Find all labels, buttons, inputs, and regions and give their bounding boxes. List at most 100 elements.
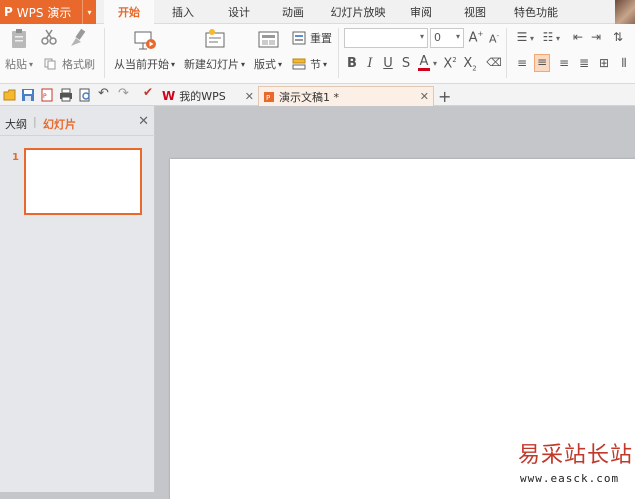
tab-insert[interactable]: 插入 <box>160 0 206 24</box>
open-folder-icon[interactable] <box>3 88 17 102</box>
pane-tabs: 大纲 | 幻灯片 ✕ <box>0 106 155 136</box>
font-color-icon[interactable]: A <box>416 54 432 71</box>
undo-icon[interactable]: ↶ <box>98 86 112 101</box>
justify-icon[interactable]: ≣ <box>576 56 592 70</box>
tab-home[interactable]: 开始 <box>104 0 154 24</box>
watermark-title: 易采站长站 <box>518 443 634 468</box>
align-left-icon[interactable]: ≡ <box>514 56 530 70</box>
new-slide-label: 新建幻灯片 <box>184 58 239 71</box>
align-right-icon[interactable]: ≡ <box>556 56 572 70</box>
font-color-dropdown-icon[interactable]: ▾ <box>433 59 437 68</box>
new-tab-icon[interactable]: + <box>438 86 451 106</box>
section-label: 节 <box>310 58 321 71</box>
italic-icon[interactable]: I <box>362 56 378 71</box>
shadow-icon[interactable]: S <box>398 56 414 71</box>
subscript-icon[interactable]: X2 <box>462 56 478 73</box>
title-tab-bar: P WPS 演示 ▾ 开始 插入 设计 动画 幻灯片放映 审阅 视图 特色功能 <box>0 0 635 24</box>
print-icon[interactable] <box>59 88 73 102</box>
format-painter-label: 格式刷 <box>62 58 95 71</box>
new-slide-dropdown-icon: ▾ <box>241 59 246 69</box>
reset-button[interactable]: 重置 <box>292 30 332 46</box>
doc-tab-label: 我的WPS <box>179 90 226 103</box>
doc-tab-label: 演示文稿1 * <box>279 90 339 104</box>
close-tab-icon[interactable]: ✕ <box>420 90 429 103</box>
slide-thumbnail[interactable] <box>24 148 142 215</box>
font-name-dropdown-icon[interactable]: ▾ <box>420 32 424 41</box>
reset-label: 重置 <box>310 32 332 45</box>
tab-animation[interactable]: 动画 <box>270 0 316 24</box>
font-size-dropdown-icon[interactable]: ▾ <box>456 32 460 41</box>
play-from-current-label: 从当前开始 <box>114 58 169 71</box>
layout-icon[interactable] <box>258 30 280 50</box>
export-pdf-icon[interactable]: P <box>40 88 54 102</box>
doc-tab-presentation[interactable]: P 演示文稿1 * ✕ <box>258 86 434 106</box>
bold-icon[interactable]: B <box>344 56 360 71</box>
section-button[interactable]: 节 ▾ <box>292 56 327 72</box>
section-icon <box>292 58 306 70</box>
close-tab-icon[interactable]: ✕ <box>245 90 254 103</box>
font-size-value: 0 <box>434 31 441 44</box>
tab-outline[interactable]: 大纲 <box>5 116 27 132</box>
paste-button[interactable]: 粘贴 ▾ <box>5 56 33 72</box>
bullet-list-dropdown-icon[interactable]: ▾ <box>530 34 534 43</box>
distribute-icon[interactable]: ⊞ <box>596 56 612 70</box>
text-direction-icon[interactable]: ⇅ <box>610 30 626 44</box>
copy-icon <box>44 58 56 70</box>
pane-tab-divider: | <box>33 115 37 128</box>
align-center-icon[interactable]: ≡ <box>534 54 550 72</box>
wps-logo-icon: P <box>4 5 13 19</box>
clear-format-icon[interactable]: ⌫ <box>486 56 502 69</box>
tab-design[interactable]: 设计 <box>216 0 262 24</box>
svg-text:P: P <box>43 93 47 100</box>
font-name-select[interactable]: ▾ <box>344 28 428 48</box>
increase-font-icon[interactable]: A+ <box>468 30 484 45</box>
format-painter-button[interactable]: 格式刷 <box>44 56 95 72</box>
presentation-file-icon: P <box>264 91 274 102</box>
increase-indent-icon[interactable]: ⇥ <box>588 30 604 44</box>
layout-button[interactable]: 版式 ▾ <box>254 56 282 72</box>
section-dropdown-icon: ▾ <box>323 59 328 69</box>
decrease-font-icon[interactable]: A- <box>486 32 502 46</box>
new-slide-button[interactable]: 新建幻灯片 ▾ <box>184 56 245 72</box>
paste-dropdown-icon: ▾ <box>29 59 34 69</box>
wps-home-icon: W <box>162 89 176 103</box>
user-avatar[interactable] <box>615 0 635 24</box>
tab-review[interactable]: 审阅 <box>398 0 444 24</box>
new-slide-icon[interactable] <box>204 28 228 50</box>
underline-icon[interactable]: U <box>380 56 396 71</box>
watermark-url: www.easck.com <box>520 472 620 485</box>
slide-number: 1 <box>12 152 19 163</box>
app-menu-button[interactable]: P WPS 演示 ▾ <box>0 0 96 24</box>
numbered-list-icon[interactable]: ☷ <box>540 30 556 44</box>
tab-slideshow[interactable]: 幻灯片放映 <box>328 0 388 24</box>
bullet-list-icon[interactable]: ☰ <box>514 30 530 44</box>
doc-tab-my-wps[interactable]: W 我的WPS ✕ <box>162 86 258 106</box>
tab-view[interactable]: 视图 <box>452 0 498 24</box>
ribbon-home: 粘贴 ▾ 格式刷 从当前开始 ▾ 新建幻灯片 ▾ 版式 ▾ 重置 节 ▾ ▾ 0 ▾ A+… <box>0 24 635 84</box>
close-pane-icon[interactable]: ✕ <box>138 114 149 129</box>
customize-qat-icon[interactable]: ✔ <box>143 85 157 99</box>
numbered-list-dropdown-icon[interactable]: ▾ <box>556 34 560 43</box>
quick-access-bar: P ↶ ↷ ✔ W 我的WPS ✕ P 演示文稿1 * ✕ + <box>0 84 635 106</box>
tab-features[interactable]: 特色功能 <box>508 0 564 24</box>
decrease-indent-icon[interactable]: ⇤ <box>570 30 586 44</box>
app-name: WPS 演示 <box>16 5 72 20</box>
columns-icon[interactable]: ⫴ <box>616 56 632 71</box>
play-from-current-icon[interactable] <box>134 30 158 52</box>
font-size-select[interactable]: 0 ▾ <box>430 28 464 48</box>
cut-icon[interactable] <box>40 28 58 46</box>
svg-text:P: P <box>266 94 270 102</box>
superscript-icon[interactable]: X2 <box>442 56 458 71</box>
layout-dropdown-icon: ▾ <box>278 59 283 69</box>
paste-label: 粘贴 <box>5 58 27 71</box>
save-icon[interactable] <box>21 88 35 102</box>
play-dropdown-icon: ▾ <box>171 59 176 69</box>
tab-slides[interactable]: 幻灯片 <box>43 116 76 132</box>
paste-icon[interactable] <box>8 28 30 50</box>
brush-icon[interactable] <box>68 28 90 48</box>
play-from-current-button[interactable]: 从当前开始 ▾ <box>114 56 175 72</box>
print-preview-icon[interactable] <box>78 88 92 102</box>
slides-pane: 大纲 | 幻灯片 ✕ 1 <box>0 106 155 492</box>
app-menu-caret-icon[interactable]: ▾ <box>82 0 96 24</box>
redo-icon[interactable]: ↷ <box>118 86 132 101</box>
